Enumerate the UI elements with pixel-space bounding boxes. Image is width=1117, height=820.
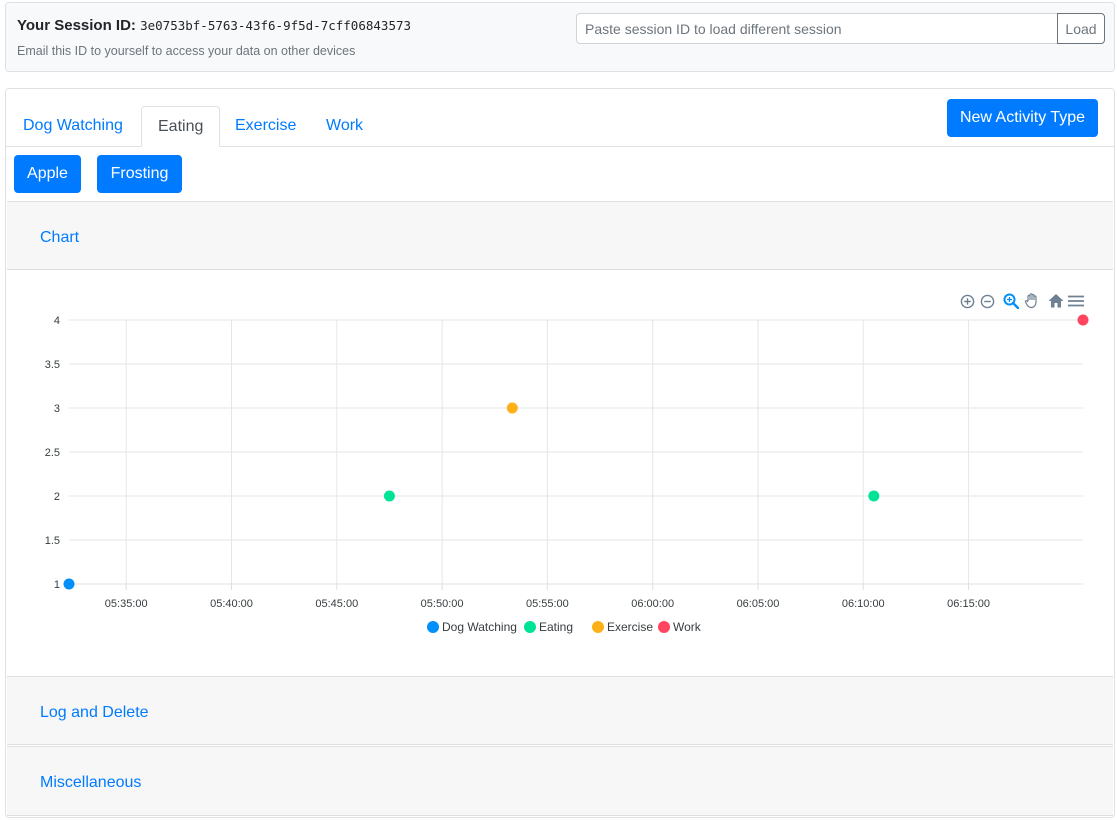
menu-icon[interactable] <box>1068 295 1084 307</box>
main-card: Dog Watching Eating Exercise Work New Activ… <box>5 88 1115 818</box>
legend-marker[interactable] <box>658 621 670 633</box>
legend-marker[interactable] <box>427 621 439 633</box>
session-id-line: Your Session ID: 3e0753bf-5763-43f6-9f5d… <box>17 17 411 34</box>
y-tick-label: 3 <box>54 403 60 415</box>
x-tick-label: 06:00:00 <box>631 598 674 610</box>
session-hint: Email this ID to yourself to access your… <box>17 44 356 58</box>
zoom-out-icon[interactable] <box>980 294 995 309</box>
miscellaneous-section-header[interactable]: Miscellaneous <box>7 746 1113 816</box>
x-tick-label: 05:50:00 <box>421 598 464 610</box>
x-tick-label: 05:45:00 <box>315 598 358 610</box>
legend-label[interactable]: Dog Watching <box>442 620 517 634</box>
y-tick-label: 3.5 <box>45 359 60 371</box>
apple-button[interactable]: Apple <box>14 155 81 193</box>
session-id-value: 3e0753bf-5763-43f6-9f5d-7cff06843573 <box>140 18 412 33</box>
y-tick-label: 2 <box>54 491 60 503</box>
tab-work[interactable]: Work <box>310 106 379 147</box>
chart-panel: 1 1.5 2 2.5 3 3.5 4 05:35:00 05:40:00 05:45:00 05… <box>7 270 1113 676</box>
x-tick-label: 05:55:00 <box>526 598 569 610</box>
chart-grid <box>69 319 1083 590</box>
legend-label[interactable]: Work <box>673 620 702 634</box>
miscellaneous-section-link[interactable]: Miscellaneous <box>40 774 141 792</box>
tab-exercise[interactable]: Exercise <box>219 106 312 147</box>
point-work[interactable] <box>1077 314 1089 326</box>
y-axis-ticks: 1 1.5 2 2.5 3 3.5 4 <box>45 315 60 591</box>
legend-label[interactable]: Exercise <box>607 620 653 634</box>
x-tick-label: 06:05:00 <box>737 598 780 610</box>
zoom-in-icon[interactable] <box>960 294 975 309</box>
pan-icon[interactable] <box>1024 292 1040 309</box>
activity-scatter-chart: 11.522.533.54 05:35:00 05:40:00 05:45:00 05… <box>45 314 1089 634</box>
chart-legend: Dog Watching Eating Exercise Work <box>427 620 702 634</box>
x-tick-label: 05:35:00 <box>105 598 148 610</box>
log-delete-section-link[interactable]: Log and Delete <box>40 704 149 722</box>
session-id-label: Your Session ID: <box>17 17 136 34</box>
zoom-select-icon[interactable] <box>1003 293 1019 309</box>
x-tick-label: 06:10:00 <box>842 598 885 610</box>
point-eating[interactable] <box>383 490 395 502</box>
session-id-input[interactable] <box>576 13 1058 44</box>
y-tick-label: 4 <box>54 315 60 327</box>
tab-dog-watching[interactable]: Dog Watching <box>7 106 139 147</box>
point-exercise[interactable] <box>506 402 518 414</box>
x-tick-label: 06:15:00 <box>947 598 990 610</box>
y-tick-label: 1 <box>54 579 60 591</box>
new-activity-type-button[interactable]: New Activity Type <box>947 99 1098 137</box>
log-delete-section-header[interactable]: Log and Delete <box>7 676 1113 745</box>
legend-marker[interactable] <box>524 621 536 633</box>
session-bar: Your Session ID: 3e0753bf-5763-43f6-9f5d… <box>5 2 1115 72</box>
chart-section-link[interactable]: Chart <box>40 229 79 247</box>
y-tick-label: 1.5 <box>45 535 60 547</box>
tab-eating[interactable]: Eating <box>141 106 221 147</box>
chart-section-header[interactable]: Chart <box>7 201 1113 270</box>
x-axis-ticks: 05:35:00 05:40:00 05:45:00 05:50:00 05:55:00… <box>105 598 990 610</box>
frosting-button[interactable]: Frosting <box>97 155 182 193</box>
point-dog-watching[interactable] <box>63 578 75 590</box>
legend-label[interactable]: Eating <box>539 620 573 634</box>
legend-marker[interactable] <box>592 621 604 633</box>
load-button[interactable]: Load <box>1057 13 1105 44</box>
y-tick-label: 2.5 <box>45 447 60 459</box>
reset-home-icon[interactable] <box>1048 293 1064 308</box>
point-eating[interactable] <box>868 490 880 502</box>
x-tick-label: 05:40:00 <box>210 598 253 610</box>
